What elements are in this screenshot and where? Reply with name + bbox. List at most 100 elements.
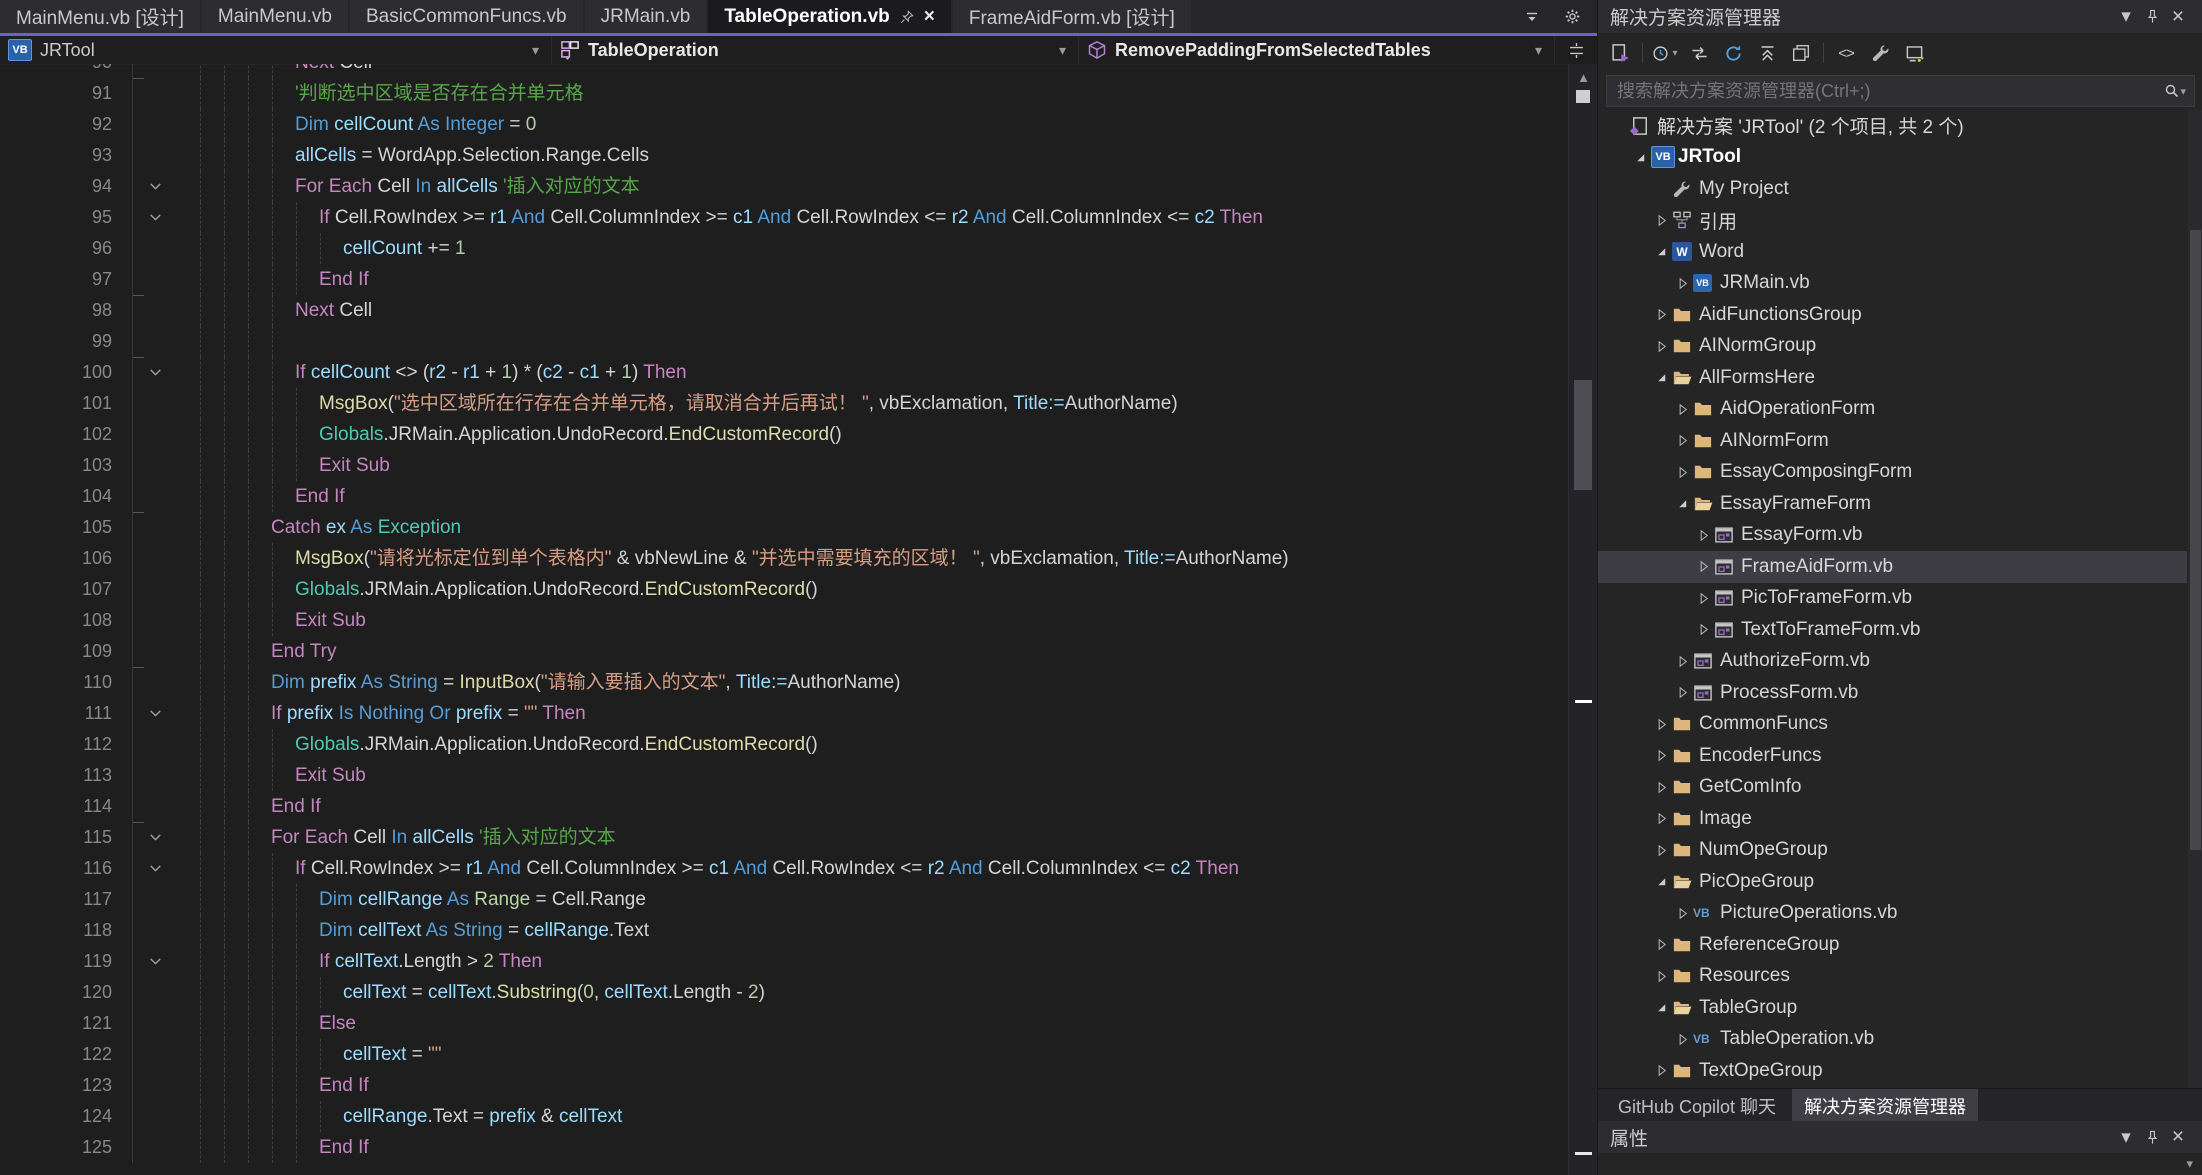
fold-margin[interactable] — [132, 202, 197, 233]
gear-icon[interactable] — [1559, 5, 1585, 29]
tree-scrollbar-thumb[interactable] — [2190, 230, 2201, 850]
chevron-down-icon[interactable]: ▾ — [1531, 42, 1546, 59]
fold-chevron-icon[interactable] — [147, 829, 164, 846]
tree-scrollbar[interactable] — [2188, 110, 2202, 1088]
fold-margin[interactable] — [132, 233, 197, 264]
expander-expanded-icon[interactable] — [1650, 874, 1672, 889]
fold-margin[interactable] — [132, 915, 197, 946]
tree-item[interactable]: TableGroup — [1598, 992, 2187, 1024]
sync-with-active-document-icon[interactable] — [1685, 39, 1713, 67]
tree-item[interactable]: VBTableOperation.vb — [1598, 1024, 2187, 1056]
tree-item[interactable]: AINormForm — [1598, 425, 2187, 457]
pin-icon[interactable] — [900, 10, 914, 24]
tree-item[interactable]: EssayForm.vb — [1598, 520, 2187, 552]
expander-collapsed-icon[interactable] — [1671, 402, 1693, 417]
expander-collapsed-icon[interactable] — [1650, 969, 1672, 984]
tree-item[interactable]: EssayComposingForm — [1598, 457, 2187, 489]
breadcrumb-method[interactable]: RemovePaddingFromSelectedTables▾ — [1079, 36, 1555, 64]
expander-collapsed-icon[interactable] — [1671, 685, 1693, 700]
pin-icon[interactable] — [2139, 1125, 2165, 1149]
document-tab[interactable]: BasicCommonFuncs.vb — [350, 0, 583, 33]
close-icon[interactable]: × — [2165, 5, 2191, 29]
fold-margin[interactable] — [132, 1132, 197, 1163]
expander-collapsed-icon[interactable] — [1671, 465, 1693, 480]
fold-margin[interactable] — [132, 481, 197, 512]
tree-item[interactable]: EncoderFuncs — [1598, 740, 2187, 772]
tree-item[interactable]: AidOperationForm — [1598, 394, 2187, 426]
expander-collapsed-icon[interactable] — [1650, 748, 1672, 763]
switch-views-icon[interactable] — [1606, 39, 1634, 67]
fold-margin[interactable] — [132, 388, 197, 419]
tree-item[interactable]: ProcessForm.vb — [1598, 677, 2187, 709]
fold-margin[interactable] — [132, 574, 197, 605]
document-tab[interactable]: FrameAidForm.vb [设计] — [953, 0, 1191, 33]
tree-item[interactable]: VBJRTool — [1598, 142, 2187, 174]
chevron-down-icon[interactable]: ▾ — [1055, 42, 1070, 59]
fold-margin[interactable] — [132, 326, 197, 357]
expander-collapsed-icon[interactable] — [1650, 780, 1672, 795]
close-icon[interactable]: × — [924, 7, 935, 26]
fold-margin[interactable] — [132, 1039, 197, 1070]
fold-margin[interactable] — [132, 853, 197, 884]
fold-margin[interactable] — [132, 64, 197, 78]
fold-margin[interactable] — [132, 977, 197, 1008]
tree-item[interactable]: TextToFrameForm.vb — [1598, 614, 2187, 646]
chevron-down-icon[interactable]: ▾ — [2113, 5, 2139, 29]
tree-item[interactable]: AINormGroup — [1598, 331, 2187, 363]
fold-margin[interactable] — [132, 109, 197, 140]
fold-margin[interactable] — [132, 1070, 197, 1101]
collapse-all-icon[interactable] — [1753, 39, 1781, 67]
refresh-icon[interactable] — [1719, 39, 1747, 67]
chevron-down-icon[interactable]: ▾ — [528, 42, 543, 59]
expander-collapsed-icon[interactable] — [1671, 276, 1693, 291]
wrench-icon[interactable] — [1866, 39, 1894, 67]
fold-margin[interactable] — [132, 884, 197, 915]
tree-item[interactable]: PicOpeGroup — [1598, 866, 2187, 898]
tree-item[interactable]: VBJRMain.vb — [1598, 268, 2187, 300]
fold-chevron-icon[interactable] — [147, 953, 164, 970]
tree-item[interactable]: EssayFrameForm — [1598, 488, 2187, 520]
expander-expanded-icon[interactable] — [1650, 244, 1672, 259]
breadcrumb-project[interactable]: VBJRTool▾ — [0, 36, 552, 64]
fold-margin[interactable] — [132, 140, 197, 171]
fold-chevron-icon[interactable] — [147, 705, 164, 722]
tree-item[interactable]: AllFormsHere — [1598, 362, 2187, 394]
expander-collapsed-icon[interactable] — [1692, 591, 1714, 606]
scrollbar-up-arrow-icon[interactable]: ▲ — [1569, 70, 1598, 85]
document-tab[interactable]: MainMenu.vb [设计] — [0, 0, 200, 33]
search-input[interactable] — [1607, 81, 2156, 102]
tree-item[interactable]: PicToFrameForm.vb — [1598, 583, 2187, 615]
fold-margin[interactable] — [132, 605, 197, 636]
tree-item[interactable]: WWord — [1598, 236, 2187, 268]
fold-chevron-icon[interactable] — [147, 209, 164, 226]
fold-margin[interactable] — [132, 636, 197, 667]
expander-collapsed-icon[interactable] — [1650, 937, 1672, 952]
tree-item[interactable]: GetComInfo — [1598, 772, 2187, 804]
expander-collapsed-icon[interactable] — [1692, 528, 1714, 543]
fold-margin[interactable] — [132, 698, 197, 729]
expander-collapsed-icon[interactable] — [1650, 339, 1672, 354]
expander-collapsed-icon[interactable] — [1650, 307, 1672, 322]
overflow-tabs-icon[interactable] — [1519, 5, 1545, 29]
expander-expanded-icon[interactable] — [1650, 370, 1672, 385]
fold-chevron-icon[interactable] — [147, 178, 164, 195]
fold-margin[interactable] — [132, 760, 197, 791]
fold-margin[interactable] — [132, 419, 197, 450]
tree-item[interactable]: AidFunctionsGroup — [1598, 299, 2187, 331]
expander-collapsed-icon[interactable] — [1671, 1032, 1693, 1047]
pin-icon[interactable] — [2139, 5, 2165, 29]
expander-expanded-icon[interactable] — [1629, 150, 1651, 165]
tree-item[interactable]: AuthorizeForm.vb — [1598, 646, 2187, 678]
fold-margin[interactable] — [132, 667, 197, 698]
tree-item[interactable]: CommonFuncs — [1598, 709, 2187, 741]
fold-margin[interactable] — [132, 1008, 197, 1039]
expander-collapsed-icon[interactable] — [1692, 622, 1714, 637]
tree-item[interactable]: ReferenceGroup — [1598, 929, 2187, 961]
chevron-down-icon[interactable]: ▾ — [2113, 1125, 2139, 1149]
expander-collapsed-icon[interactable] — [1650, 843, 1672, 858]
expander-collapsed-icon[interactable] — [1671, 433, 1693, 448]
document-tab[interactable]: TableOperation.vb× — [708, 0, 951, 33]
copy-icon[interactable] — [1787, 39, 1815, 67]
properties-combobox-arrow-icon[interactable]: ▾ — [2186, 1156, 2193, 1172]
tree-item[interactable]: 引用 — [1598, 205, 2187, 237]
